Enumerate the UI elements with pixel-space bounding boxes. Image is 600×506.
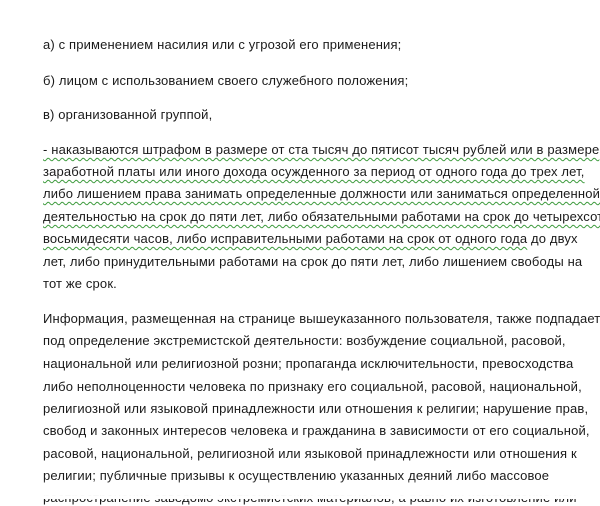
list-item-c: в) организованной группой, — [43, 107, 213, 122]
spellcheck-text: заработной платы или иного дохода осужде… — [43, 164, 585, 179]
penalty-line: - наказываются штрафом в размере от ста … — [43, 142, 599, 158]
penalty-line: либо лишением права занимать определенны… — [43, 186, 600, 202]
info-paragraph-line: либо неполноценности человека по признак… — [43, 379, 582, 394]
info-paragraph-line: Информация, размещенная на странице выше… — [43, 311, 600, 326]
plain-text: лет, либо принудительными работами на ср… — [43, 254, 583, 269]
plain-text: до двух — [527, 231, 578, 246]
spellcheck-text: восьмидесяти часов, либо исправительными… — [43, 231, 528, 246]
info-paragraph-line: под определение экстремистской деятельно… — [43, 333, 566, 348]
penalty-line: деятельностью на срок до пяти лет, либо … — [43, 209, 600, 225]
bottom-fade — [0, 479, 600, 499]
document-page: а) с применением насилия или с угрозой е… — [0, 0, 600, 505]
spellcheck-text: - наказываются штрафом в размере от ста … — [43, 142, 600, 157]
spellcheck-text: либо лишением права занимать определенны… — [43, 186, 600, 201]
info-paragraph-line: религиозной или языковой принадлежности … — [43, 401, 589, 416]
info-paragraph-line: расовой, национальной, религиозной или я… — [43, 446, 577, 461]
penalty-line: лет, либо принудительными работами на ср… — [43, 254, 582, 270]
list-item-b: б) лицом с использованием своего служебн… — [43, 73, 409, 88]
info-paragraph-line: национальной или религиозной розни; проп… — [43, 356, 574, 371]
info-paragraph-line: свобод и законных интересов человека и г… — [43, 423, 590, 438]
penalty-line: тот же срок. — [43, 276, 117, 292]
plain-text: тот же срок. — [43, 276, 117, 291]
spellcheck-text: деятельностью на срок до пяти лет, либо … — [43, 209, 600, 224]
penalty-line: восьмидесяти часов, либо исправительными… — [43, 231, 578, 247]
list-item-a: а) с применением насилия или с угрозой е… — [43, 37, 402, 52]
penalty-line: заработной платы или иного дохода осужде… — [43, 164, 585, 180]
